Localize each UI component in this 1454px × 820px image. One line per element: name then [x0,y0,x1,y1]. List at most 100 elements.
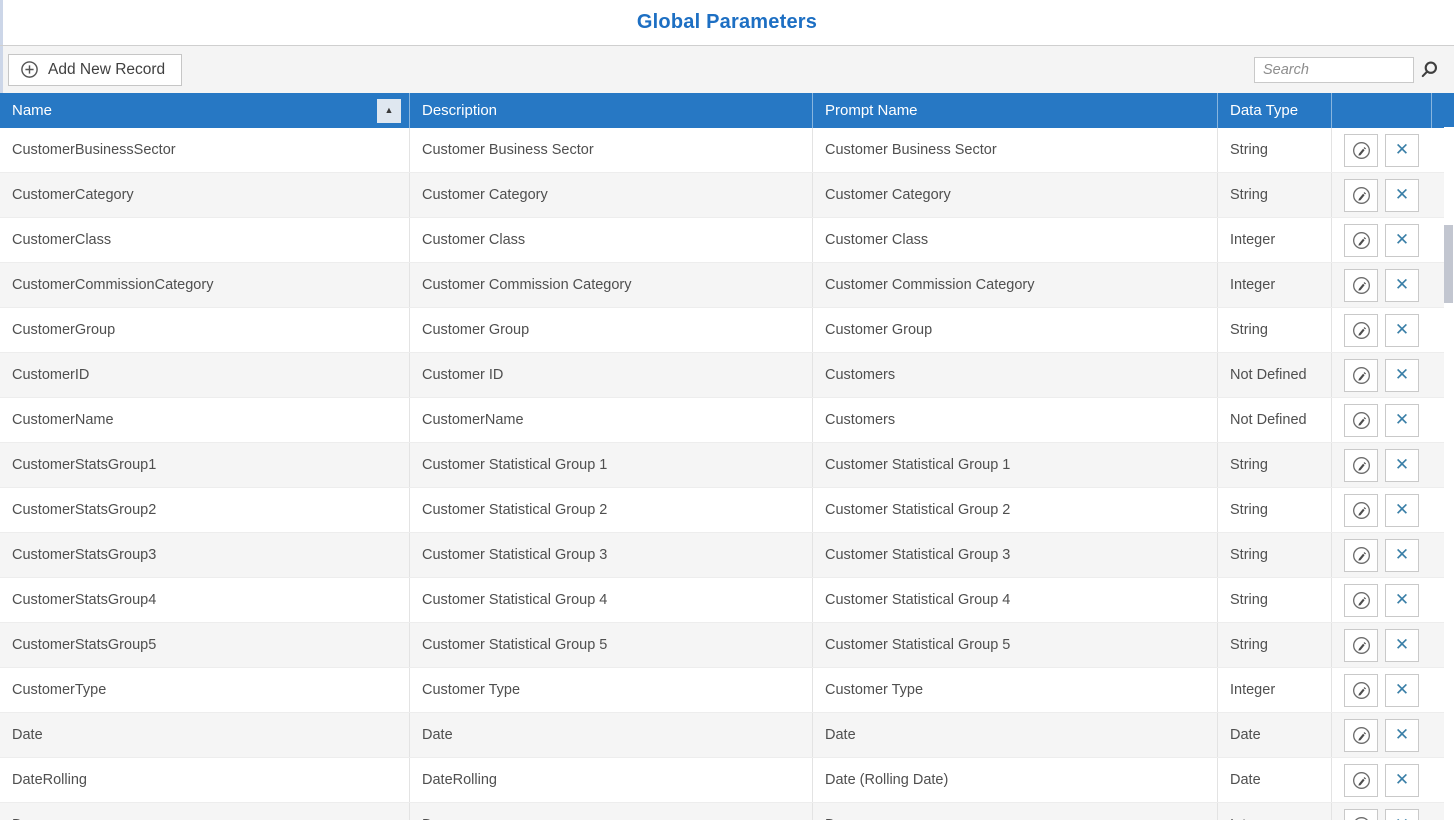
pencil-icon [1351,815,1372,820]
edit-record-button[interactable] [1344,269,1378,302]
edit-record-button[interactable] [1344,539,1378,572]
cell-prompt: Customer Statistical Group 4 [812,578,1217,622]
edit-record-button[interactable] [1344,494,1378,527]
x-icon: ✕ [1395,187,1409,204]
edit-record-button[interactable] [1344,719,1378,752]
row-spacer [1431,443,1444,487]
edit-record-button[interactable] [1344,359,1378,392]
pencil-icon [1351,320,1372,341]
table-row: DateRollingDateRollingDate (Rolling Date… [0,758,1444,803]
delete-record-button[interactable]: ✕ [1385,584,1419,617]
delete-record-button[interactable]: ✕ [1385,629,1419,662]
row-actions: ✕ [1331,668,1431,712]
row-actions: ✕ [1331,533,1431,577]
cell-prompt: Customer Statistical Group 1 [812,443,1217,487]
add-new-record-button[interactable]: Add New Record [8,54,182,86]
row-actions: ✕ [1331,218,1431,262]
delete-record-button[interactable]: ✕ [1385,494,1419,527]
edit-record-button[interactable] [1344,449,1378,482]
search-input[interactable] [1254,57,1414,83]
cell-prompt: Customer Commission Category [812,263,1217,307]
row-spacer [1431,668,1444,712]
row-spacer [1431,263,1444,307]
pencil-icon [1351,500,1372,521]
edit-record-button[interactable] [1344,584,1378,617]
row-actions: ✕ [1331,263,1431,307]
x-icon: ✕ [1395,142,1409,159]
edit-record-button[interactable] [1344,404,1378,437]
row-spacer [1431,578,1444,622]
circled-plus-icon [20,60,39,79]
delete-record-button[interactable]: ✕ [1385,224,1419,257]
column-header-spacer [1431,93,1454,128]
delete-record-button[interactable]: ✕ [1385,719,1419,752]
cell-description: DateRolling [409,758,812,802]
row-actions: ✕ [1331,803,1431,820]
row-spacer [1431,218,1444,262]
x-icon: ✕ [1395,412,1409,429]
cell-prompt: Customer Statistical Group 3 [812,533,1217,577]
edit-record-button[interactable] [1344,314,1378,347]
table-row: CustomerGroupCustomer GroupCustomer Grou… [0,308,1444,353]
cell-description: Date [409,713,812,757]
delete-record-button[interactable]: ✕ [1385,404,1419,437]
delete-record-button[interactable]: ✕ [1385,359,1419,392]
row-actions: ✕ [1331,353,1431,397]
column-header-name[interactable]: Name ▲ [0,93,409,128]
row-actions: ✕ [1331,758,1431,802]
edit-record-button[interactable] [1344,134,1378,167]
delete-record-button[interactable]: ✕ [1385,269,1419,302]
cell-type: Integer [1217,263,1331,307]
delete-record-button[interactable]: ✕ [1385,134,1419,167]
table-row: CustomerStatsGroup2Customer Statistical … [0,488,1444,533]
pencil-icon [1351,365,1372,386]
row-spacer [1431,623,1444,667]
column-header-prompt-name[interactable]: Prompt Name [812,93,1217,128]
edit-record-button[interactable] [1344,179,1378,212]
column-header-data-type[interactable]: Data Type [1217,93,1331,128]
edit-record-button[interactable] [1344,809,1378,820]
cell-name: CustomerClass [0,218,409,262]
sort-ascending-icon[interactable]: ▲ [377,99,401,123]
cell-description: Customer Statistical Group 4 [409,578,812,622]
cell-name: CustomerStatsGroup4 [0,578,409,622]
column-header-actions [1331,93,1431,128]
row-actions: ✕ [1331,488,1431,532]
pencil-icon [1351,455,1372,476]
delete-record-button[interactable]: ✕ [1385,809,1419,820]
cell-description: Customer ID [409,353,812,397]
cell-prompt: Customers [812,398,1217,442]
delete-record-button[interactable]: ✕ [1385,764,1419,797]
column-header-data-type-label: Data Type [1230,102,1298,119]
delete-record-button[interactable]: ✕ [1385,179,1419,212]
cell-type: String [1217,623,1331,667]
column-header-description[interactable]: Description [409,93,812,128]
vertical-scrollbar[interactable] [1444,127,1454,820]
cell-type: String [1217,578,1331,622]
pencil-icon [1351,140,1372,161]
pencil-icon [1351,590,1372,611]
row-spacer [1431,128,1444,172]
row-spacer [1431,173,1444,217]
row-spacer [1431,713,1444,757]
delete-record-button[interactable]: ✕ [1385,314,1419,347]
cell-type: Date [1217,713,1331,757]
search-area [1254,56,1444,84]
cell-type: String [1217,488,1331,532]
pencil-icon [1351,410,1372,431]
delete-record-button[interactable]: ✕ [1385,539,1419,572]
edit-record-button[interactable] [1344,764,1378,797]
edit-record-button[interactable] [1344,224,1378,257]
scrollbar-thumb[interactable] [1444,225,1453,303]
table-row: CustomerCommissionCategoryCustomer Commi… [0,263,1444,308]
delete-record-button[interactable]: ✕ [1385,449,1419,482]
cell-type: String [1217,173,1331,217]
row-actions: ✕ [1331,173,1431,217]
delete-record-button[interactable]: ✕ [1385,674,1419,707]
search-button[interactable] [1414,56,1444,84]
row-actions: ✕ [1331,578,1431,622]
cell-type: Not Defined [1217,353,1331,397]
edit-record-button[interactable] [1344,629,1378,662]
edit-record-button[interactable] [1344,674,1378,707]
cell-type: String [1217,128,1331,172]
